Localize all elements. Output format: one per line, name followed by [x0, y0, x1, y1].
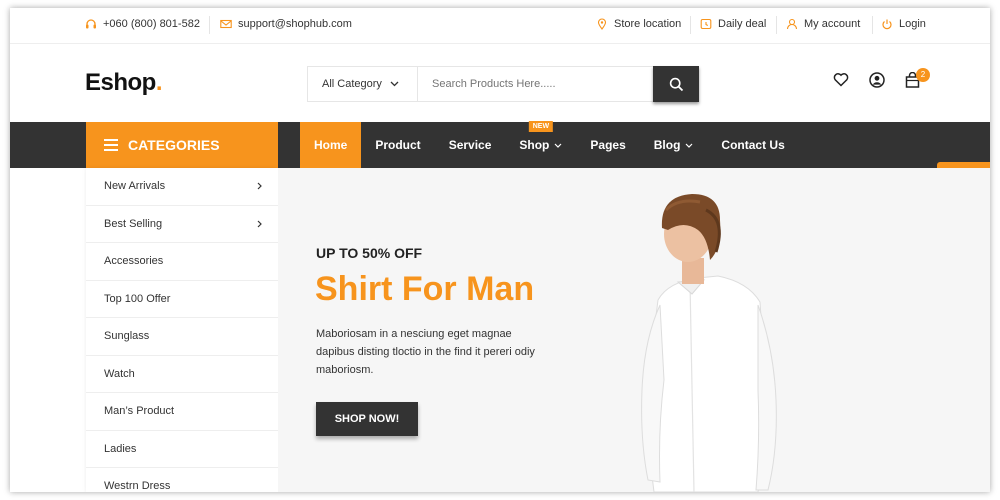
site-header: Eshop. All Category 2 [10, 44, 990, 122]
login-link[interactable]: Login [881, 18, 926, 30]
divider [872, 16, 873, 34]
nav-item-shop[interactable]: NEW Shop [505, 121, 576, 168]
nav-item-label: Product [375, 138, 421, 152]
categories-toggle[interactable]: CATEGORIES [86, 122, 278, 168]
top-bar: +060 (800) 801-582 support@shophub.com S… [10, 8, 990, 44]
nav-item-blog[interactable]: Blog [640, 122, 708, 168]
my-account-link[interactable]: My account [786, 18, 860, 30]
email-contact[interactable]: support@shophub.com [220, 18, 352, 30]
store-location-label: Store location [614, 18, 682, 30]
hero-model-image [641, 194, 777, 492]
account-button[interactable] [869, 72, 885, 93]
site-logo[interactable]: Eshop. [85, 69, 163, 97]
login-label: Login [899, 18, 926, 30]
phone-contact[interactable]: +060 (800) 801-582 [85, 18, 200, 30]
search-input[interactable] [418, 67, 653, 101]
sidebar-item-label: Westrn Dress [104, 480, 171, 492]
search-bar: All Category [307, 66, 699, 102]
category-select-value: All Category [322, 78, 382, 90]
category-sidebar: New Arrivals Best Selling Accessories To… [86, 168, 278, 492]
category-select[interactable]: All Category [308, 67, 418, 101]
user-circle-icon [869, 72, 885, 88]
nav-item-service[interactable]: Service [435, 122, 506, 168]
sidebar-item-westrn-dress[interactable]: Westrn Dress [86, 468, 278, 492]
clock-icon [700, 18, 712, 30]
new-badge: NEW [528, 121, 554, 132]
categories-label: CATEGORIES [128, 137, 220, 153]
user-icon [786, 18, 798, 30]
store-location-link[interactable]: Store location [596, 18, 681, 30]
sidebar-item-accessories[interactable]: Accessories [86, 243, 278, 281]
email-address: support@shophub.com [238, 18, 352, 30]
main-nav: CATEGORIES Home Product Service NEW Shop… [10, 121, 990, 168]
daily-deal-link[interactable]: Daily deal [700, 18, 766, 30]
heart-icon [833, 73, 849, 87]
sidebar-item-label: Man’s Product [104, 405, 175, 418]
search-icon [669, 77, 683, 91]
headset-icon [86, 19, 96, 29]
shop-now-button[interactable]: SHOP NOW! [316, 402, 418, 436]
hero-promo-text: UP TO 50% OFF [316, 245, 423, 261]
sidebar-item-new-arrivals[interactable]: New Arrivals [86, 168, 278, 206]
divider [776, 16, 777, 34]
hamburger-icon [104, 139, 118, 151]
sidebar-item-label: Best Selling [104, 217, 163, 230]
mail-icon [220, 19, 232, 29]
sidebar-item-top-100-offer[interactable]: Top 100 Offer [86, 281, 278, 318]
location-pin-icon [597, 18, 607, 30]
nav-item-contact-us[interactable]: Contact Us [707, 122, 798, 168]
wishlist-button[interactable] [833, 72, 849, 92]
nav-item-pages[interactable]: Pages [576, 122, 639, 168]
nav-item-label: Service [448, 138, 492, 152]
sidebar-item-mans-product[interactable]: Man’s Product [86, 393, 278, 431]
divider [209, 16, 210, 34]
chevron-down-icon [685, 143, 693, 148]
daily-deal-label: Daily deal [718, 18, 767, 30]
hero-description: Maboriosam in a nesciung eget magnae dap… [316, 328, 535, 376]
nav-item-label: Shop [519, 138, 550, 152]
power-icon [882, 19, 892, 30]
sidebar-item-best-selling[interactable]: Best Selling [86, 206, 278, 243]
nav-item-label: Contact Us [721, 138, 785, 152]
sidebar-item-label: Watch [104, 367, 135, 380]
divider [690, 16, 691, 34]
chevron-right-icon [257, 220, 262, 228]
sidebar-item-label: Accessories [104, 255, 164, 268]
nav-item-label: Pages [590, 138, 626, 152]
phone-number: +060 (800) 801-582 [103, 18, 200, 30]
search-button[interactable] [653, 66, 699, 102]
page-frame: +060 (800) 801-582 support@shophub.com S… [10, 8, 990, 492]
sidebar-item-label: Top 100 Offer [104, 292, 171, 305]
sidebar-item-sunglass[interactable]: Sunglass [86, 318, 278, 356]
nav-item-product[interactable]: Product [361, 122, 434, 168]
chevron-down-icon [390, 81, 399, 87]
chevron-right-icon [257, 182, 262, 190]
chevron-down-icon [554, 143, 562, 148]
logo-text: Eshop [85, 69, 156, 96]
my-account-label: My account [804, 18, 861, 30]
sidebar-item-ladies[interactable]: Ladies [86, 431, 278, 468]
sidebar-item-watch[interactable]: Watch [86, 356, 278, 393]
sidebar-item-label: Ladies [104, 442, 137, 455]
sidebar-item-label: Sunglass [104, 330, 150, 343]
hero-banner: UP TO 50% OFF Shirt For Man Maboriosam i… [278, 168, 990, 492]
nav-item-label: Home [314, 138, 348, 152]
logo-dot: . [155, 69, 163, 96]
sidebar-item-label: New Arrivals [104, 180, 166, 193]
hero-title: Shirt For Man [315, 270, 535, 308]
nav-item-label: Blog [653, 138, 681, 152]
cart-count-badge: 2 [916, 68, 930, 82]
nav-menu: Home Product Service NEW Shop Pages Blog… [300, 121, 799, 168]
nav-item-home[interactable]: Home [300, 122, 362, 168]
